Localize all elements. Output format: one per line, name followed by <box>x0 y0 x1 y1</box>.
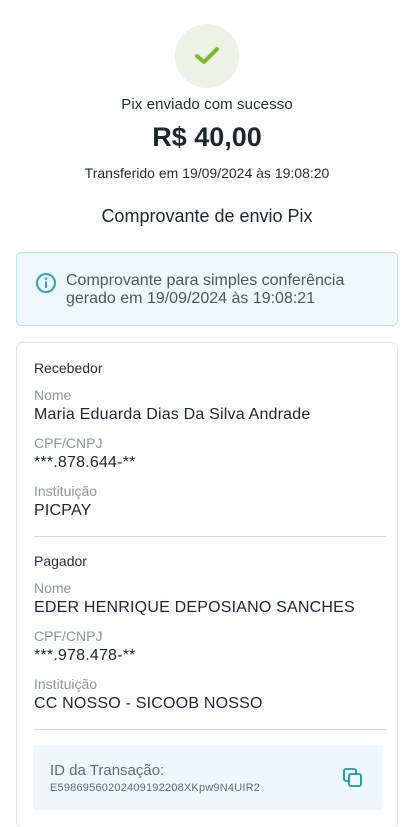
payer-institution-label: Instituição <box>34 676 98 692</box>
payer-doc-label: CPF/CNPJ <box>34 628 103 644</box>
section-divider <box>34 536 386 537</box>
info-text: Comprovante para simples conferência ger… <box>66 272 386 308</box>
recipient-name-label: Nome <box>34 387 72 403</box>
recipient-doc-label: CPF/CNPJ <box>34 435 103 451</box>
pix-receipt-page: Pix enviado com sucesso R$ 40,00 Transfe… <box>0 0 414 827</box>
info-icon <box>36 273 56 293</box>
amount: R$ 40,00 <box>152 122 262 152</box>
recipient-name: Maria Eduarda Dias Da Silva Andrade <box>34 406 311 423</box>
recipient-doc: ***.878.644-** <box>34 454 136 471</box>
receipt-title: Comprovante de envio Pix <box>101 206 313 226</box>
copy-transaction-id-button[interactable] <box>340 765 366 791</box>
recipient-section-title: Recebedor <box>34 360 103 376</box>
check-icon <box>195 47 219 64</box>
transaction-id-box: ID da Transação: E59869560202409192208XK… <box>33 745 382 810</box>
payer-name-label: Nome <box>34 580 72 596</box>
info-notice: Comprovante para simples conferência ger… <box>16 252 398 326</box>
transfer-date: Transferido em 19/09/2024 às 19:08:20 <box>84 165 330 181</box>
recipient-institution: PICPAY <box>34 502 92 519</box>
payer-doc: ***.978.478-** <box>34 647 136 664</box>
transaction-id-value: E59869560202409192208XKpw9N4UIR2 <box>50 782 261 794</box>
success-badge <box>175 24 239 88</box>
info-line-2: gerado em 19/09/2024 às 19:08:21 <box>66 290 316 307</box>
copy-icon <box>343 768 362 787</box>
receipt-details-card: Recebedor Nome Maria Eduarda Dias Da Sil… <box>16 342 398 827</box>
status-message: Pix enviado com sucesso <box>121 96 293 113</box>
transaction-id-label: ID da Transação: <box>50 762 165 779</box>
payer-section-title: Pagador <box>34 553 87 569</box>
recipient-institution-label: Instituição <box>34 483 98 499</box>
payer-name: EDER HENRIQUE DEPOSIANO SANCHES <box>34 599 355 616</box>
section-divider <box>34 729 386 730</box>
payer-institution: CC NOSSO - SICOOB NOSSO <box>34 695 263 712</box>
info-line-1: Comprovante para simples conferência <box>66 272 345 289</box>
